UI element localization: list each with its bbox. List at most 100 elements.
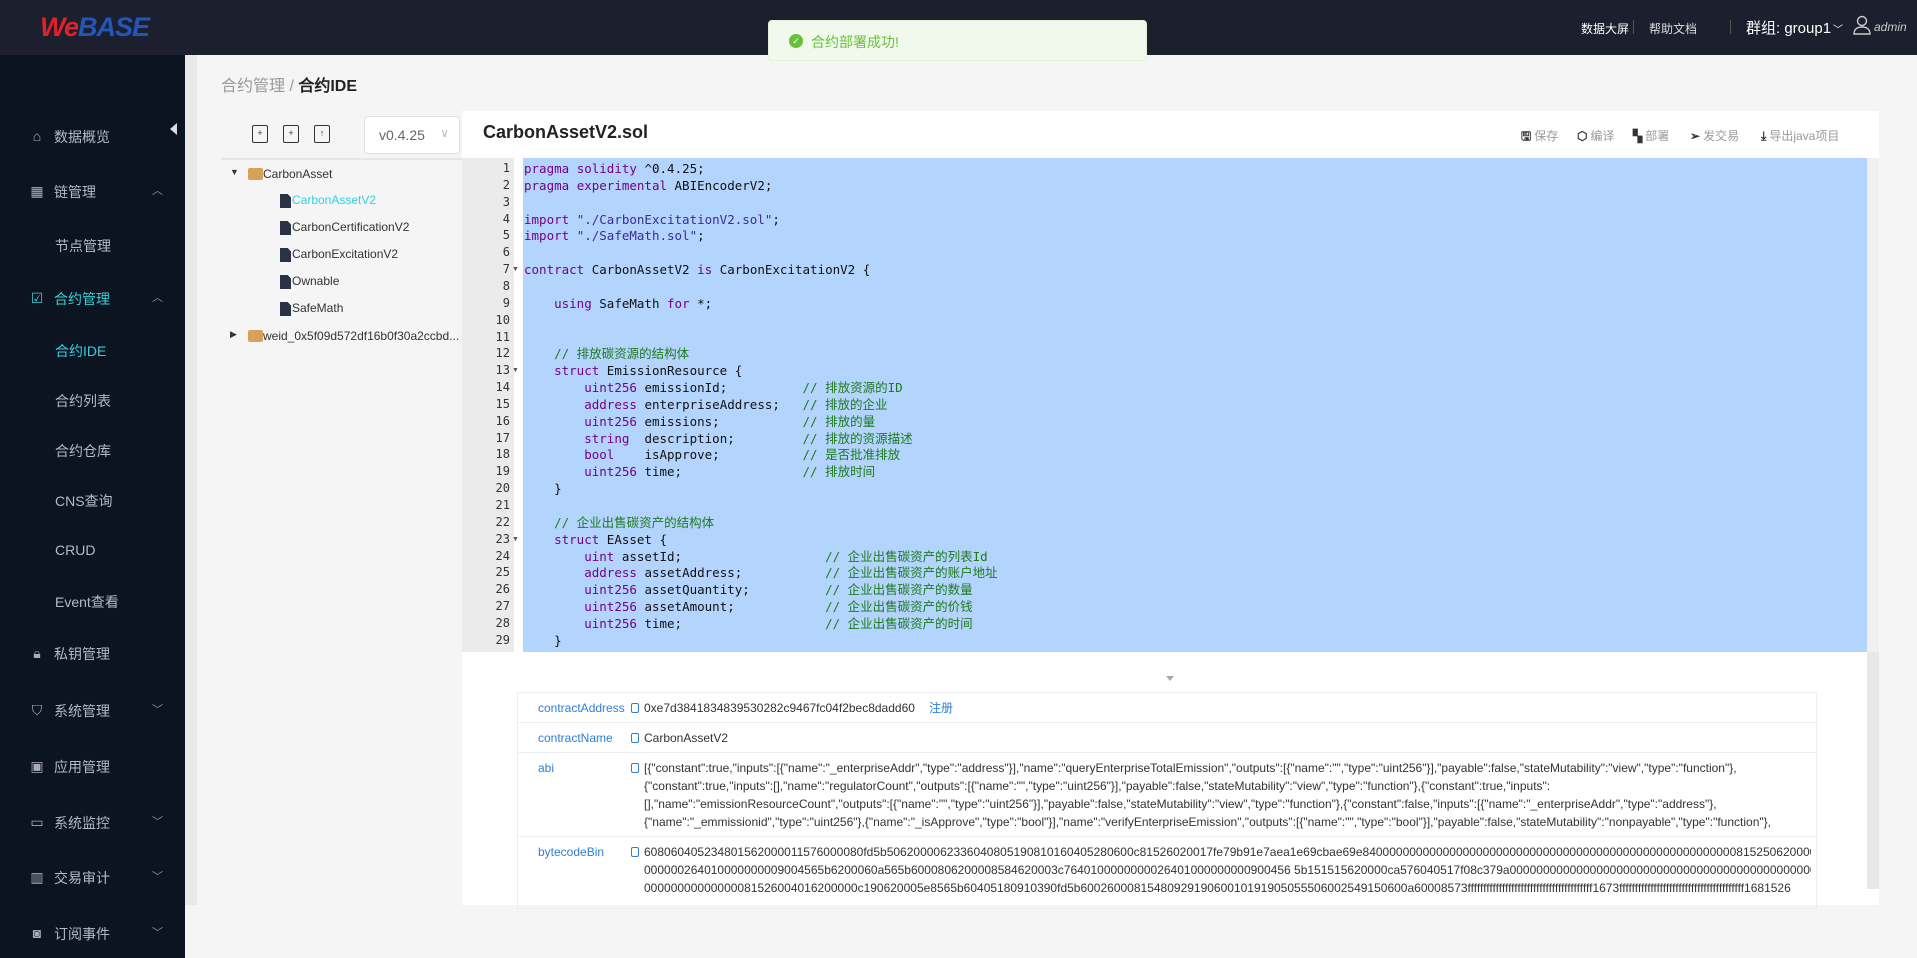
sidebar-item-7[interactable]: CNS查询 [0, 480, 185, 520]
action-label: 发交易 [1703, 129, 1740, 143]
file-name[interactable]: Ownable [292, 274, 339, 294]
sidebar-item-4[interactable]: 合约IDE [0, 330, 185, 370]
code-line: // 企业出售碳资产的结构体 [554, 514, 715, 530]
sidebar-item-2[interactable]: 节点管理 [0, 225, 185, 265]
line-number: 10 [495, 312, 510, 327]
sidebar-item-12[interactable]: ▣ 应用管理 [0, 746, 185, 786]
sidebar-item-13[interactable]: ▭ 系统监控 ﹀ [0, 802, 185, 842]
contract-address-row: contractAddress 0xe7d3841834839530282c94… [518, 693, 1816, 723]
divider [1633, 20, 1634, 34]
sidebar-item-14[interactable]: ▥ 交易审计 ﹀ [0, 857, 185, 897]
line-number: 26 [495, 582, 510, 597]
action-compile[interactable]: ⬡ 编译 [1577, 127, 1615, 144]
line-number: 29 [495, 632, 510, 647]
code-line: struct EAsset { [554, 531, 668, 547]
deploy-result-table: contractAddress 0xe7d3841834839530282c94… [517, 692, 1817, 909]
fold-arrow-icon[interactable]: ▼ [512, 531, 519, 548]
code-line: // 排放碳资源的结构体 [554, 346, 690, 362]
code-line: bool isApprove; // 是否批准排放 [584, 447, 901, 463]
contract-name-row: contractName CarbonAssetV2 [518, 723, 1816, 753]
data-screen-link[interactable]: 数据大屏 [1581, 20, 1629, 37]
save-icon: 🖫︎ [1521, 129, 1532, 143]
abi-row: abi [{"constant":true,"inputs":[{"name":… [518, 753, 1816, 837]
help-docs-link[interactable]: 帮助文档 [1649, 20, 1697, 37]
sidebar-item-1[interactable]: ▦ 链管理 ︿ [0, 171, 185, 211]
code-editor[interactable]: 1 pragma solidity ^0.4.25; 2 pragma experim… [462, 158, 1879, 652]
code-line: uint assetId; // 企业出售碳资产的列表Id [584, 548, 988, 564]
sidebar-item-label: 系统管理 [54, 703, 110, 719]
action-download[interactable]: ⤓ 导出java项目 [1761, 127, 1839, 144]
line-number: 1 [502, 161, 510, 175]
sidebar-item-5[interactable]: 合约列表 [0, 380, 185, 420]
sidebar-gutter [185, 55, 197, 905]
copy-icon[interactable] [631, 763, 639, 773]
code-line: uint256 assetQuantity; // 企业出售碳资产的数量 [584, 582, 973, 598]
editor-scrollbar[interactable] [1867, 158, 1879, 652]
sidebar-item-10[interactable]: 🔒︎ 私钥管理 [0, 633, 185, 673]
fold-arrow-icon[interactable]: ▼ [512, 362, 519, 379]
line-number: 14 [495, 380, 510, 395]
breadcrumb-parent[interactable]: 合约管理 [221, 78, 285, 95]
deploy-icon: ▚ [1633, 129, 1643, 143]
file-icon [280, 194, 291, 208]
sidebar-item-0[interactable]: ⌂ 数据概览 [0, 116, 185, 156]
file-name[interactable]: CarbonExcitationV2 [292, 247, 398, 267]
fold-arrow-icon[interactable]: ▼ [512, 261, 519, 278]
code-line: pragma experimental ABIEncoderV2; [524, 177, 773, 193]
action-send[interactable]: ➢ 发交易 [1690, 127, 1739, 144]
webase-logo[interactable]: WeBASE [40, 12, 150, 43]
caret-right-icon[interactable]: ▶ [230, 329, 237, 349]
new-folder-icon[interactable]: + [283, 125, 299, 143]
action-label: 部署 [1645, 129, 1670, 143]
compile-icon: ⬡ [1577, 129, 1588, 143]
sidebar-item-label: 数据概览 [54, 129, 110, 145]
upload-icon[interactable]: ↑ [314, 125, 330, 143]
results-scrollbar[interactable] [1867, 652, 1879, 889]
sidebar-item-label: 链管理 [54, 184, 96, 200]
code-line: uint256 time; // 企业出售碳资产的时间 [584, 615, 973, 631]
user-icon[interactable] [1853, 15, 1871, 35]
line-number: 27 [495, 599, 510, 614]
sidebar-item-11[interactable]: ⛉ 系统管理 ﹀ [0, 690, 185, 730]
username[interactable]: admin [1874, 20, 1907, 34]
compiler-version-select[interactable]: v0.4.25 ∨ [364, 116, 460, 154]
sidebar-item-6[interactable]: 合约仓库 [0, 430, 185, 470]
copy-icon[interactable] [631, 733, 639, 743]
caret-down-icon[interactable]: ▼ [230, 167, 239, 187]
code-line: pragma solidity ^0.4.25; [524, 161, 705, 176]
line-number: 3 [502, 194, 510, 209]
group-selector[interactable]: 群组: group1 ﹀ [1746, 17, 1843, 38]
code-line: address assetAddress; // 企业出售碳资产的账户地址 [584, 565, 998, 581]
shield-icon: ⛉ [31, 702, 43, 718]
sidebar-item-3[interactable]: ☑ 合约管理 ︿ [0, 278, 185, 318]
code-line: using SafeMath for *; [554, 295, 713, 311]
action-label: 导出java项目 [1769, 129, 1840, 143]
sidebar-item-label: 合约IDE [55, 343, 107, 359]
code-line: struct EmissionResource { [554, 363, 743, 379]
register-link[interactable]: 注册 [929, 701, 953, 715]
new-file-icon[interactable]: + [252, 125, 268, 143]
sidebar-item-label: 私钥管理 [54, 646, 110, 662]
bytecode-row: bytecodeBin 6080604052348015620000115760… [518, 837, 1816, 909]
copy-icon[interactable] [631, 703, 639, 713]
bar-chart-icon: ▥ [30, 869, 44, 885]
line-number: 20 [495, 481, 510, 496]
panel-resize-handle[interactable] [1166, 676, 1174, 681]
code-line: uint256 time; // 排放时间 [584, 464, 876, 480]
line-number: 9 [502, 295, 510, 310]
action-deploy[interactable]: ▚ 部署 [1633, 127, 1669, 144]
divider [1730, 20, 1731, 34]
sidebar-item-8[interactable]: CRUD [0, 531, 185, 571]
code-line: } [554, 481, 562, 497]
file-panel: + + ↑ v0.4.25 ∨ ▼ CarbonAsset CarbonAsset… [221, 111, 462, 656]
file-icon [280, 275, 291, 289]
file-name[interactable]: SafeMath [292, 301, 343, 321]
file-name[interactable]: CarbonAssetV2 [292, 193, 376, 213]
sidebar-item-9[interactable]: Event查看 [0, 581, 185, 621]
action-save[interactable]: 🖫︎ 保存 [1521, 127, 1558, 148]
sidebar-item-15[interactable]: ◙ 订阅事件 ﹀ [0, 913, 185, 953]
clipboard-check-icon: ☑ [30, 290, 44, 306]
copy-icon[interactable] [631, 847, 639, 857]
chevron-down-icon: ﹀ [152, 704, 163, 716]
file-name[interactable]: CarbonCertificationV2 [292, 220, 409, 240]
